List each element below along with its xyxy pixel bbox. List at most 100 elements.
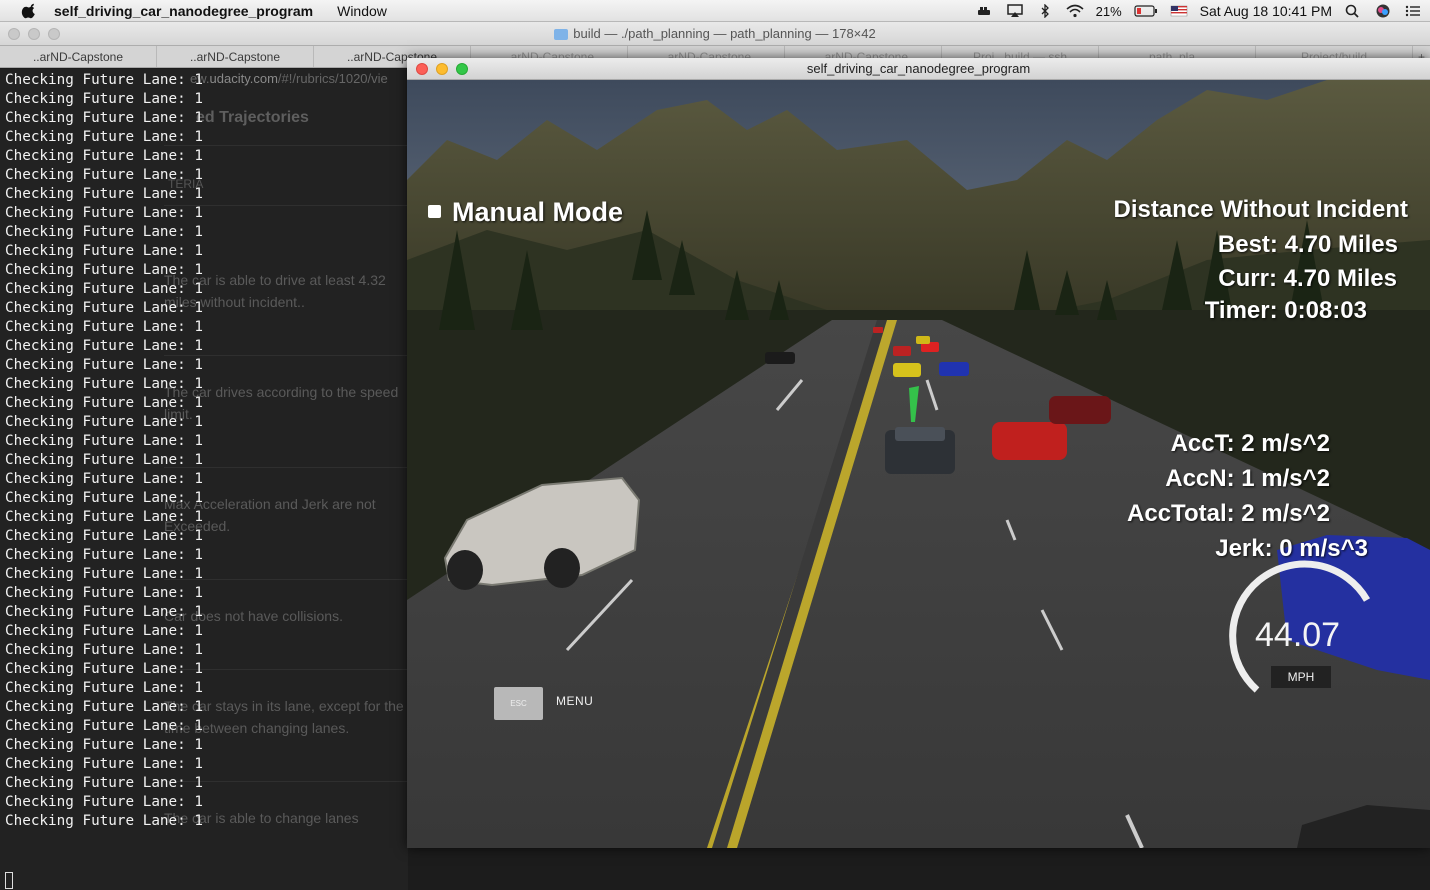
terminal-line: Checking Future Lane: 1 (5, 794, 203, 810)
status-area: 21% Sat Aug 18 10:41 PM (976, 0, 1422, 22)
background-heading: ed Trajectories (196, 109, 309, 126)
terminal-line: Checking Future Lane: 1 (5, 604, 203, 620)
terminal-line: Checking Future Lane: 1 (5, 262, 203, 278)
terminal-line: Checking Future Lane: 1 (5, 642, 203, 658)
terminal-line: Checking Future Lane: 1 (5, 338, 203, 354)
terminal-line: Checking Future Lane: 1 (5, 699, 203, 715)
terminal-tab[interactable]: ..arND-Capstone (157, 46, 314, 67)
spotlight-search-icon[interactable] (1344, 4, 1362, 18)
terminal-line: Checking Future Lane: 1 (5, 661, 203, 677)
car-wheel (544, 548, 580, 588)
active-app-name[interactable]: self_driving_car_nanodegree_program (54, 3, 313, 19)
terminal-line: Checking Future Lane: 1 (5, 623, 203, 639)
speedometer-unit: MPH (1271, 666, 1331, 688)
terminal-close-button[interactable] (8, 28, 20, 40)
timer: Timer: 0:08:03 (1204, 297, 1367, 324)
current-distance: Curr: 4.70 Miles (1218, 265, 1397, 292)
simulator-titlebar[interactable]: self_driving_car_nanodegree_program (407, 58, 1430, 80)
simulator-viewport[interactable]: Manual Mode Distance Without Incident Be… (407, 80, 1430, 848)
terminal-line: Checking Future Lane: 1 (5, 566, 203, 582)
terminal-line: Checking Future Lane: 1 (5, 490, 203, 506)
apple-menu-icon[interactable] (20, 3, 40, 19)
terminal-line: Checking Future Lane: 1 (5, 224, 203, 240)
car-wheel (447, 550, 483, 590)
traffic-car-black (765, 352, 795, 364)
terminal-line: Checking Future Lane: 1 (5, 452, 203, 468)
terminal-line: Checking Future Lane: 1 (5, 585, 203, 601)
terminal-minimize-button[interactable] (28, 28, 40, 40)
battery-percent[interactable]: 21% (1096, 4, 1122, 19)
folder-icon (554, 28, 569, 40)
simulator-minimize-button[interactable] (436, 63, 448, 75)
terminal-output[interactable]: ew.udacity.com/#!/rubrics/1020/vie ed Tr… (0, 69, 408, 890)
esc-key-button[interactable]: ESC (494, 687, 543, 720)
terminal-cursor (5, 872, 13, 889)
traffic-car-yellow-small (916, 336, 930, 344)
distance-title: Distance Without Incident (1113, 196, 1408, 223)
speedometer-value: 44.07 (1255, 616, 1341, 654)
terminal-title: build — ./path_planning — path_planning … (554, 22, 876, 46)
airplay-icon[interactable] (1006, 4, 1024, 18)
battery-icon[interactable] (1134, 4, 1158, 18)
terminal-line: Checking Future Lane: 1 (5, 813, 203, 829)
terminal-line: Checking Future Lane: 1 (5, 376, 203, 392)
terminal-tab[interactable]: ..arND-Capstone (0, 46, 157, 67)
terminal-line: Checking Future Lane: 1 (5, 775, 203, 791)
terminal-line: Checking Future Lane: 1 (5, 528, 203, 544)
terminal-line: Checking Future Lane: 1 (5, 737, 203, 753)
terminal-line: Checking Future Lane: 1 (5, 167, 203, 183)
best-distance: Best: 4.70 Miles (1217, 231, 1398, 258)
notification-center-icon[interactable] (1404, 4, 1422, 18)
ego-car-roof (895, 427, 945, 441)
terminal-line: Checking Future Lane: 1 (5, 243, 203, 259)
terminal-line: Checking Future Lane: 1 (5, 509, 203, 525)
menu-window[interactable]: Window (337, 3, 387, 19)
clock[interactable]: Sat Aug 18 10:41 PM (1200, 3, 1332, 19)
terminal-line: Checking Future Lane: 1 (5, 319, 203, 335)
docker-icon[interactable] (976, 4, 994, 18)
wifi-icon[interactable] (1066, 4, 1084, 18)
terminal-line: Checking Future Lane: 1 (5, 395, 203, 411)
normal-acceleration: AccN: 1 m/s^2 (1165, 465, 1330, 492)
traffic-car-far (873, 327, 883, 333)
simulator-title: self_driving_car_nanodegree_program (806, 61, 1031, 76)
traffic-car-blue (939, 362, 969, 376)
terminal-line: Checking Future Lane: 1 (5, 300, 203, 316)
terminal-line: Checking Future Lane: 1 (5, 205, 203, 221)
macos-menu-bar: self_driving_car_nanodegree_program Wind… (0, 0, 1430, 22)
background-url: ew.udacity.com/#!/rubrics/1020/vie (190, 71, 388, 86)
terminal-line: Checking Future Lane: 1 (5, 547, 203, 563)
menu-label[interactable]: MENU (556, 694, 593, 708)
terminal-line: Checking Future Lane: 1 (5, 357, 203, 373)
terminal-line: Checking Future Lane: 1 (5, 110, 203, 126)
terminal-line: Checking Future Lane: 1 (5, 414, 203, 430)
traffic-car-red (992, 422, 1067, 460)
terminal-line: Checking Future Lane: 1 (5, 72, 203, 88)
terminal-line: Checking Future Lane: 1 (5, 471, 203, 487)
traffic-car-red-small (893, 346, 911, 356)
bluetooth-icon[interactable] (1036, 4, 1054, 18)
flag-us-icon[interactable] (1170, 4, 1188, 18)
tangential-acceleration: AccT: 2 m/s^2 (1170, 430, 1330, 457)
terminal-log-lines: Checking Future Lane: 1 Checking Future L… (5, 71, 203, 831)
terminal-line: Checking Future Lane: 1 (5, 129, 203, 145)
traffic-car-yellow (893, 363, 921, 377)
traffic-car-darkred (1049, 396, 1111, 424)
terminal-line: Checking Future Lane: 1 (5, 718, 203, 734)
terminal-line: Checking Future Lane: 1 (5, 91, 203, 107)
terminal-line: Checking Future Lane: 1 (5, 433, 203, 449)
siri-icon[interactable] (1374, 4, 1392, 18)
simulator-zoom-button[interactable] (456, 63, 468, 75)
simulator-close-button[interactable] (416, 63, 428, 75)
terminal-line: Checking Future Lane: 1 (5, 148, 203, 164)
simulator-window: self_driving_car_nanodegree_program Manu… (407, 58, 1430, 848)
terminal-titlebar[interactable]: build — ./path_planning — path_planning … (0, 22, 1430, 46)
mode-label: Manual Mode (452, 197, 624, 227)
mode-indicator-icon (428, 205, 441, 218)
terminal-line: Checking Future Lane: 1 (5, 756, 203, 772)
terminal-zoom-button[interactable] (48, 28, 60, 40)
terminal-line: Checking Future Lane: 1 (5, 680, 203, 696)
total-acceleration: AccTotal: 2 m/s^2 (1127, 500, 1330, 527)
terminal-line: Checking Future Lane: 1 (5, 281, 203, 297)
terminal-line: Checking Future Lane: 1 (5, 186, 203, 202)
